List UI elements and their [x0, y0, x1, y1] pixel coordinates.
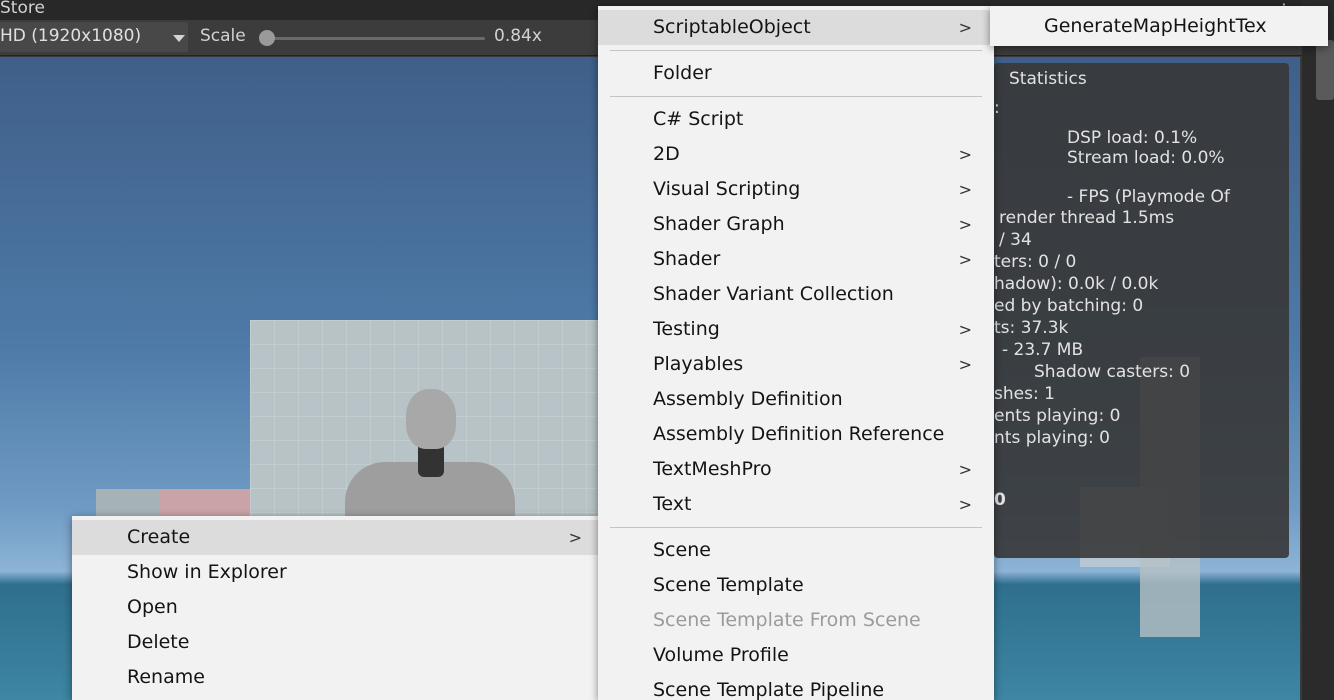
stats-line: ents playing: 0	[994, 406, 1121, 426]
inspector-scrollbar[interactable]	[1302, 0, 1334, 700]
menu-item-label: Folder	[653, 62, 712, 84]
menu-separator	[598, 522, 994, 533]
resolution-label: HD (1920x1080)	[0, 26, 142, 46]
menu-item-label: 2D	[653, 143, 680, 165]
menu-item-label: Scene Template	[653, 574, 804, 596]
menu-item-label: C# Script	[653, 108, 744, 130]
menu-item-label: Shader	[653, 248, 721, 270]
scrollbar-thumb[interactable]	[1316, 40, 1334, 100]
menu-item-2d[interactable]: 2D >	[598, 137, 994, 172]
menu-item-create[interactable]: Create >	[72, 520, 598, 555]
caret-down-icon	[173, 35, 185, 42]
menu-item-scriptableobject[interactable]: ScriptableObject >	[598, 10, 994, 45]
menu-item-folder[interactable]: Folder	[598, 56, 994, 91]
menu-item-label: Shader Variant Collection	[653, 283, 894, 305]
statistics-panel: Statistics : DSP load: 0.1% Stream load:…	[994, 63, 1289, 558]
window-title: Store	[0, 0, 45, 18]
stats-line: - FPS (Playmode Of	[1067, 187, 1230, 207]
menu-item-playables[interactable]: Playables >	[598, 347, 994, 382]
menu-item-delete[interactable]: Delete	[72, 625, 598, 660]
menu-item-label: Text	[653, 493, 692, 515]
menu-item-label: Scene	[653, 539, 711, 561]
menu-item-scene[interactable]: Scene	[598, 533, 994, 568]
menu-separator	[598, 45, 994, 56]
stats-line: shes: 1	[994, 384, 1055, 404]
menu-item-label: Scene Template Pipeline	[653, 679, 885, 700]
menu-item-label: Show in Explorer	[127, 561, 287, 583]
scale-slider-track[interactable]	[265, 37, 485, 40]
menu-item-open[interactable]: Open	[72, 590, 598, 625]
chevron-right-icon: >	[958, 250, 972, 269]
menu-separator	[598, 91, 994, 102]
character-head	[406, 389, 456, 449]
stats-line: 0	[994, 490, 1006, 510]
menu-item-label: GenerateMapHeightTex	[1044, 15, 1267, 37]
resolution-dropdown[interactable]: HD (1920x1080)	[0, 22, 188, 52]
menu-item-rename[interactable]: Rename	[72, 660, 598, 695]
chevron-right-icon: >	[958, 355, 972, 374]
menu-item-textmeshpro[interactable]: TextMeshPro >	[598, 452, 994, 487]
statistics-title: Statistics	[1009, 69, 1087, 89]
chevron-right-icon: >	[958, 180, 972, 199]
stats-marker: :	[994, 98, 1000, 118]
chevron-right-icon: >	[958, 320, 972, 339]
chevron-right-icon: >	[958, 460, 972, 479]
menu-item-label: Playables	[653, 353, 744, 375]
project-context-menu: Create > Show in Explorer Open Delete Re…	[72, 516, 598, 700]
menu-item-label: Scene Template From Scene	[653, 609, 921, 631]
menu-item-label: Rename	[127, 666, 205, 688]
chevron-right-icon: >	[568, 528, 582, 547]
stats-line: ters: 0 / 0	[994, 252, 1077, 272]
chevron-right-icon: >	[958, 495, 972, 514]
stats-line: hadow): 0.0k / 0.0k	[994, 274, 1159, 294]
menu-item-shader-graph[interactable]: Shader Graph >	[598, 207, 994, 242]
stats-line: nts playing: 0	[994, 428, 1110, 448]
scale-value: 0.84x	[494, 26, 542, 46]
menu-item-assembly-definition[interactable]: Assembly Definition	[598, 382, 994, 417]
stats-line: render thread 1.5ms	[999, 208, 1175, 228]
scriptableobject-submenu: GenerateMapHeightTex	[990, 6, 1328, 46]
chevron-right-icon: >	[958, 215, 972, 234]
menu-item-scene-template[interactable]: Scene Template	[598, 568, 994, 603]
menu-item-label: TextMeshPro	[653, 458, 772, 480]
menu-item-volume-profile[interactable]: Volume Profile	[598, 638, 994, 673]
menu-item-show-in-explorer[interactable]: Show in Explorer	[72, 555, 598, 590]
menu-item-label: Delete	[127, 631, 190, 653]
menu-item-assembly-definition-reference[interactable]: Assembly Definition Reference	[598, 417, 994, 452]
stats-line: ts: 37.3k	[994, 318, 1069, 338]
menu-item-csharp-script[interactable]: C# Script	[598, 102, 994, 137]
stats-line: DSP load: 0.1%	[1067, 128, 1198, 148]
stats-line: Shadow casters: 0	[1034, 362, 1191, 382]
stats-line: - 23.7 MB	[1002, 340, 1084, 360]
menu-item-label: Open	[127, 596, 178, 618]
scale-label: Scale	[200, 26, 246, 46]
menu-item-text[interactable]: Text >	[598, 487, 994, 522]
menu-item-label: Shader Graph	[653, 213, 785, 235]
menu-item-label: ScriptableObject	[653, 16, 811, 38]
menu-item-scene-template-from-scene: Scene Template From Scene	[598, 603, 994, 638]
menu-item-label: Assembly Definition Reference	[653, 423, 945, 445]
chevron-right-icon: >	[958, 18, 972, 37]
scale-slider-thumb[interactable]	[259, 30, 275, 46]
stats-line: / 34	[999, 230, 1032, 250]
menu-item-label: Visual Scripting	[653, 178, 801, 200]
menu-item-label: Volume Profile	[653, 644, 789, 666]
menu-item-testing[interactable]: Testing >	[598, 312, 994, 347]
menu-item-generate-map-height-tex[interactable]: GenerateMapHeightTex	[990, 9, 1328, 43]
stats-line: ed by batching: 0	[994, 296, 1144, 316]
menu-item-shader[interactable]: Shader >	[598, 242, 994, 277]
menu-item-label: Testing	[653, 318, 720, 340]
menu-item-visual-scripting[interactable]: Visual Scripting >	[598, 172, 994, 207]
menu-item-label: Create	[127, 526, 191, 548]
menu-item-shader-variant-collection[interactable]: Shader Variant Collection	[598, 277, 994, 312]
stats-line: Stream load: 0.0%	[1067, 148, 1225, 168]
menu-item-scene-template-pipeline[interactable]: Scene Template Pipeline	[598, 673, 994, 700]
chevron-right-icon: >	[958, 145, 972, 164]
create-submenu: ScriptableObject > Folder C# Script 2D >…	[598, 6, 994, 700]
menu-item-label: Assembly Definition	[653, 388, 843, 410]
